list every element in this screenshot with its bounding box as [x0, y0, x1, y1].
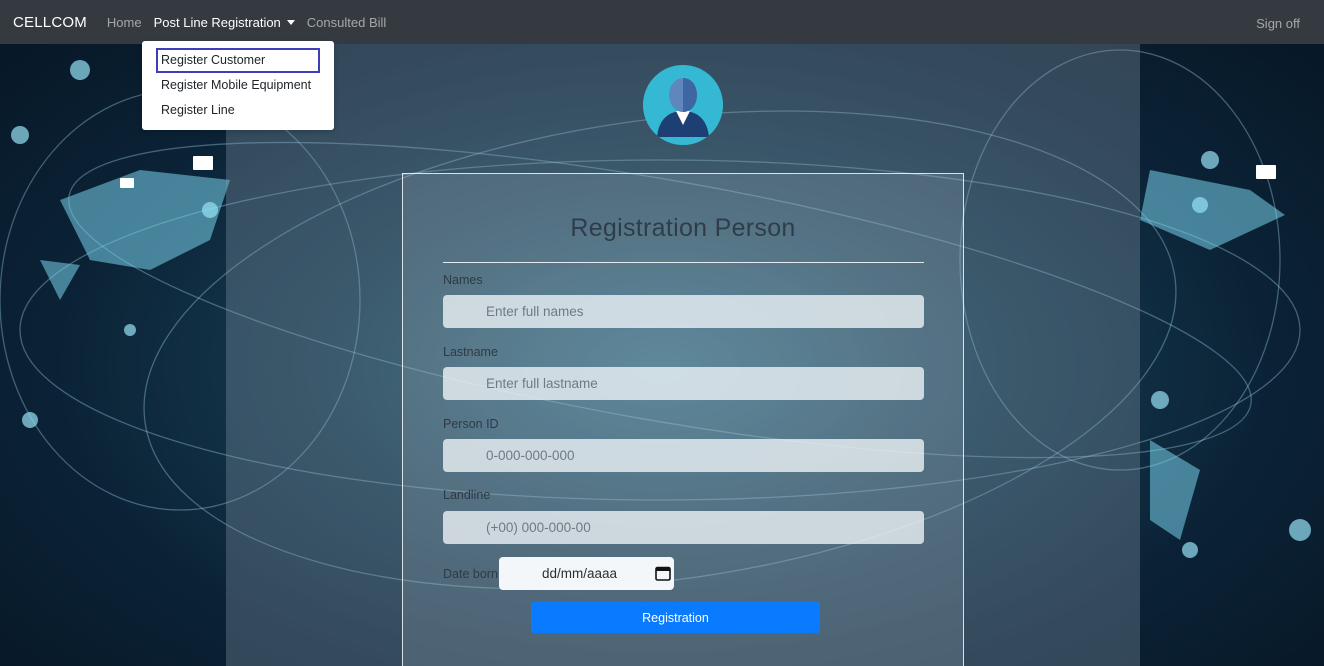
nav-link-consulted-bill[interactable]: Consulted Bill	[307, 15, 387, 30]
date-born-input[interactable]: dd/mm/aaaa	[499, 557, 674, 590]
brand-logo[interactable]: CELLCOM	[13, 14, 87, 31]
person-id-label: Person ID	[443, 417, 499, 431]
form-title: Registration Person	[570, 214, 796, 242]
menu-item-register-customer[interactable]: Register Customer	[156, 48, 320, 73]
post-line-registration-dropdown: Register Customer Register Mobile Equipm…	[142, 41, 334, 130]
top-navbar: CELLCOM Home Post Line Registration Cons…	[0, 0, 1324, 44]
chevron-down-icon	[286, 19, 295, 25]
registration-form-card: Registration Person Names Lastname Perso…	[402, 173, 964, 666]
sign-off-link[interactable]: Sign off	[1256, 16, 1300, 31]
lastname-input[interactable]	[443, 367, 924, 400]
menu-item-register-mobile-equipment[interactable]: Register Mobile Equipment	[142, 73, 334, 98]
landline-label: Landline	[443, 488, 491, 502]
date-placeholder: dd/mm/aaaa	[542, 566, 618, 581]
nav-link-post-line-registration-label: Post Line Registration	[153, 14, 281, 30]
title-divider	[443, 262, 924, 263]
person-id-input[interactable]	[443, 439, 924, 472]
user-avatar-icon	[643, 65, 723, 145]
menu-item-register-line[interactable]: Register Line	[142, 98, 334, 123]
date-born-label: Date born	[443, 567, 498, 581]
names-label: Names	[443, 273, 483, 287]
nav-link-home[interactable]: Home	[107, 15, 142, 30]
registration-button[interactable]: Registration	[531, 602, 820, 633]
names-input[interactable]	[443, 295, 924, 328]
lastname-label: Lastname	[443, 345, 498, 359]
calendar-icon[interactable]	[655, 565, 671, 581]
landline-input[interactable]	[443, 511, 924, 544]
nav-link-post-line-registration[interactable]: Post Line Registration	[154, 15, 295, 30]
